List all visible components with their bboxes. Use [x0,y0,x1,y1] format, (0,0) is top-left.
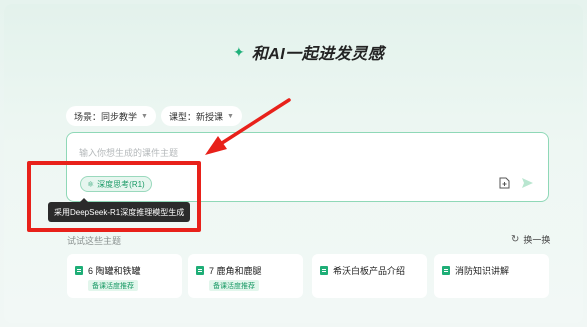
atom-icon: ⚛ [87,179,95,189]
chevron-down-icon: ▼ [141,112,148,120]
document-icon [442,266,450,275]
sparkle-icon: ✦ [233,44,245,60]
scene-select-label: 场景：同步教学 [74,111,138,122]
file-add-icon [499,177,509,189]
deep-think-label: 深度思考(R1) [97,179,145,189]
attach-file-button[interactable] [497,176,511,190]
suggestion-tag: 备课活度推荐 [209,280,259,291]
page-title: ✦ 和AI一起进发灵感 [233,40,384,64]
deep-think-tooltip: 采用DeepSeek-R1深度推理模型生成 [48,198,191,222]
send-icon [521,178,533,188]
suggestion-name: 7 鹿角和鹿腿 [209,266,262,276]
send-button[interactable] [519,175,535,191]
suggestion-name: 消防知识讲解 [455,266,510,276]
suggestion-card[interactable]: 希沃白板产品介绍 [312,254,427,298]
suggestion-name: 6 陶罐和铁罐 [88,266,141,276]
refresh-icon: ↻ [511,234,520,245]
topic-input-box: ⚛ 深度思考(R1) [66,132,549,202]
refresh-label: 换一换 [523,235,551,245]
suggestion-name: 希沃白板产品介绍 [333,266,406,276]
suggestion-card[interactable]: 7 鹿角和鹿腿 备课活度推荐 [188,254,303,298]
document-icon [75,266,83,275]
document-icon [196,266,204,275]
scene-select[interactable]: 场景：同步教学 ▼ [66,106,156,126]
deep-think-toggle[interactable]: ⚛ 深度思考(R1) [80,176,152,192]
suggestion-card[interactable]: 6 陶罐和铁罐 备课活度推荐 [67,254,182,298]
topic-input[interactable] [79,145,459,161]
lesson-type-select[interactable]: 课型：新授课 ▼ [161,106,242,126]
page-title-text: 和AI一起进发灵感 [251,46,385,63]
refresh-suggestions-button[interactable]: ↻ 换一换 [511,233,550,246]
suggestions-label: 试试这些主题 [67,236,122,246]
suggestion-card[interactable]: 消防知识讲解 [434,254,549,298]
chevron-down-icon: ▼ [227,112,234,120]
document-icon [320,266,328,275]
lesson-type-select-label: 课型：新授课 [169,111,224,122]
suggestion-tag: 备课活度推荐 [88,280,138,291]
tooltip-text: 采用DeepSeek-R1深度推理模型生成 [54,207,185,217]
